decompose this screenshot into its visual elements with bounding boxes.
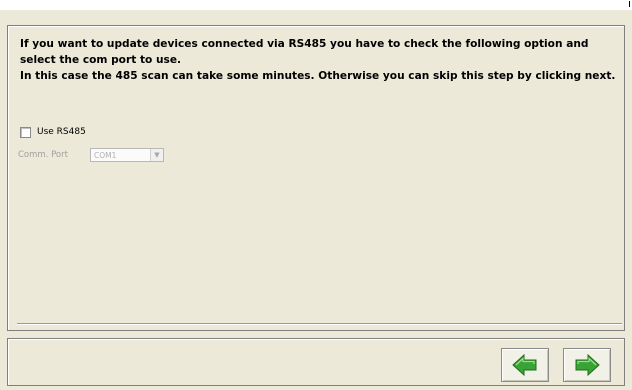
use-rs485-option[interactable]: Use RS485 <box>20 125 86 139</box>
comm-port-select[interactable]: COM1 ▼ <box>90 148 164 162</box>
instructions-text: If you want to update devices connected … <box>20 36 620 84</box>
comm-port-label: Comm. Port <box>18 150 68 160</box>
back-button[interactable] <box>501 348 549 382</box>
chevron-down-icon[interactable]: ▼ <box>150 149 163 161</box>
use-rs485-label: Use RS485 <box>37 127 86 137</box>
navigation-bar <box>7 338 625 386</box>
use-rs485-checkbox[interactable] <box>20 126 31 138</box>
green-left-arrow-icon <box>512 353 537 377</box>
instructions-line-1: If you want to update devices connected … <box>20 38 589 66</box>
green-right-arrow-icon <box>575 353 600 377</box>
comm-port-value: COM1 <box>94 150 117 160</box>
wizard-content-panel: If you want to update devices connected … <box>7 25 625 331</box>
instructions-line-2: In this case the 485 scan can take some … <box>20 70 616 82</box>
corner-mark <box>629 1 630 7</box>
panel-separator <box>17 323 622 325</box>
next-button[interactable] <box>563 348 611 382</box>
top-strip <box>0 0 632 10</box>
comm-port-row: Comm. Port COM1 ▼ <box>18 147 164 163</box>
